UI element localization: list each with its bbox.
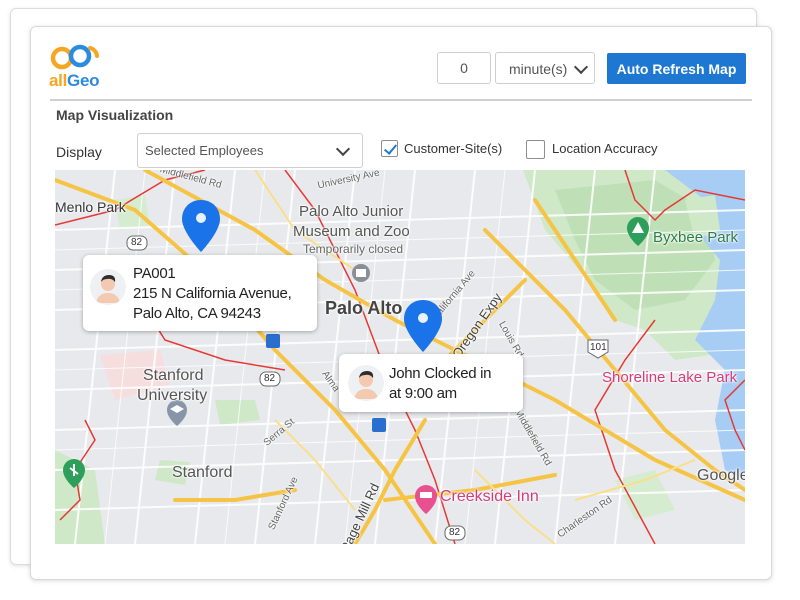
road-shield-82-b: 82 — [264, 373, 276, 384]
road-shield-101: 101 — [590, 342, 607, 353]
popup-clock-status: John Clocked in — [389, 365, 492, 382]
map-label-museum-line2: Museum and Zoo — [293, 223, 410, 240]
brand-logo-text: allGeo — [49, 71, 100, 90]
map-canvas[interactable]: Menlo Park Palo Alto Junior Museum and Z… — [55, 170, 745, 544]
map-label-creekside: Creekside Inn — [440, 488, 539, 505]
customer-sites-label: Customer-Site(s) — [404, 141, 503, 156]
location-accuracy-toggle[interactable]: Location Accuracy — [526, 140, 666, 160]
popup-site-id: PA001 — [133, 265, 176, 282]
popup-address-line2: Palo Alto, CA 94243 — [133, 305, 261, 322]
display-label: Display — [56, 144, 102, 160]
road-shield-82-a: 82 — [131, 237, 143, 248]
header-divider — [50, 99, 752, 101]
map-label-museum-status: Temporarily closed — [303, 242, 404, 256]
map-info-popup-john[interactable]: John Clocked in at 9:00 am — [339, 354, 523, 412]
user-avatar-icon — [354, 371, 378, 399]
map-pin-icon[interactable] — [403, 298, 443, 354]
map-label-palo-alto: Palo Alto — [325, 298, 403, 318]
map-label-menlo-park: Menlo Park — [55, 199, 126, 215]
chevron-down-icon — [335, 141, 351, 157]
map-label-google: Google — [697, 467, 745, 484]
user-avatar-icon — [96, 275, 120, 303]
checkmark-icon — [383, 141, 398, 155]
map-label-shoreline: Shoreline Lake Park — [602, 369, 738, 386]
location-accuracy-label: Location Accuracy — [552, 141, 658, 156]
refresh-interval-input[interactable] — [437, 52, 491, 84]
customer-sites-checkbox[interactable] — [381, 140, 398, 157]
map-label-stanford-univ-line1: Stanford — [143, 367, 204, 384]
display-select-value: Selected Employees — [145, 143, 264, 158]
map-label-stanford-univ-line2: University — [137, 387, 208, 404]
map-label-stanford: Stanford — [172, 464, 233, 481]
refresh-unit-select[interactable]: minute(s) — [495, 52, 595, 84]
map-info-popup-pa001[interactable]: PA001 215 N California Avenue, Palo Alto… — [83, 255, 317, 331]
location-accuracy-checkbox[interactable] — [526, 140, 545, 159]
refresh-unit-value: minute(s) — [509, 61, 568, 77]
map-pin-icon[interactable] — [181, 198, 221, 254]
customer-sites-toggle[interactable]: Customer-Site(s) — [381, 140, 511, 160]
popup-address-line1: 215 N California Avenue, — [133, 285, 292, 302]
road-shield-82-c: 82 — [449, 527, 461, 538]
map-label-byxbee: Byxbee Park — [653, 229, 739, 246]
map-label-museum-line1: Palo Alto Junior — [299, 203, 404, 220]
avatar — [348, 365, 384, 401]
display-select[interactable]: Selected Employees — [137, 133, 363, 168]
auto-refresh-map-button[interactable]: Auto Refresh Map — [607, 53, 746, 84]
section-title: Map Visualization — [56, 107, 174, 123]
popup-clock-time: at 9:00 am — [389, 385, 457, 402]
chevron-down-icon — [573, 59, 589, 75]
avatar — [90, 269, 126, 305]
